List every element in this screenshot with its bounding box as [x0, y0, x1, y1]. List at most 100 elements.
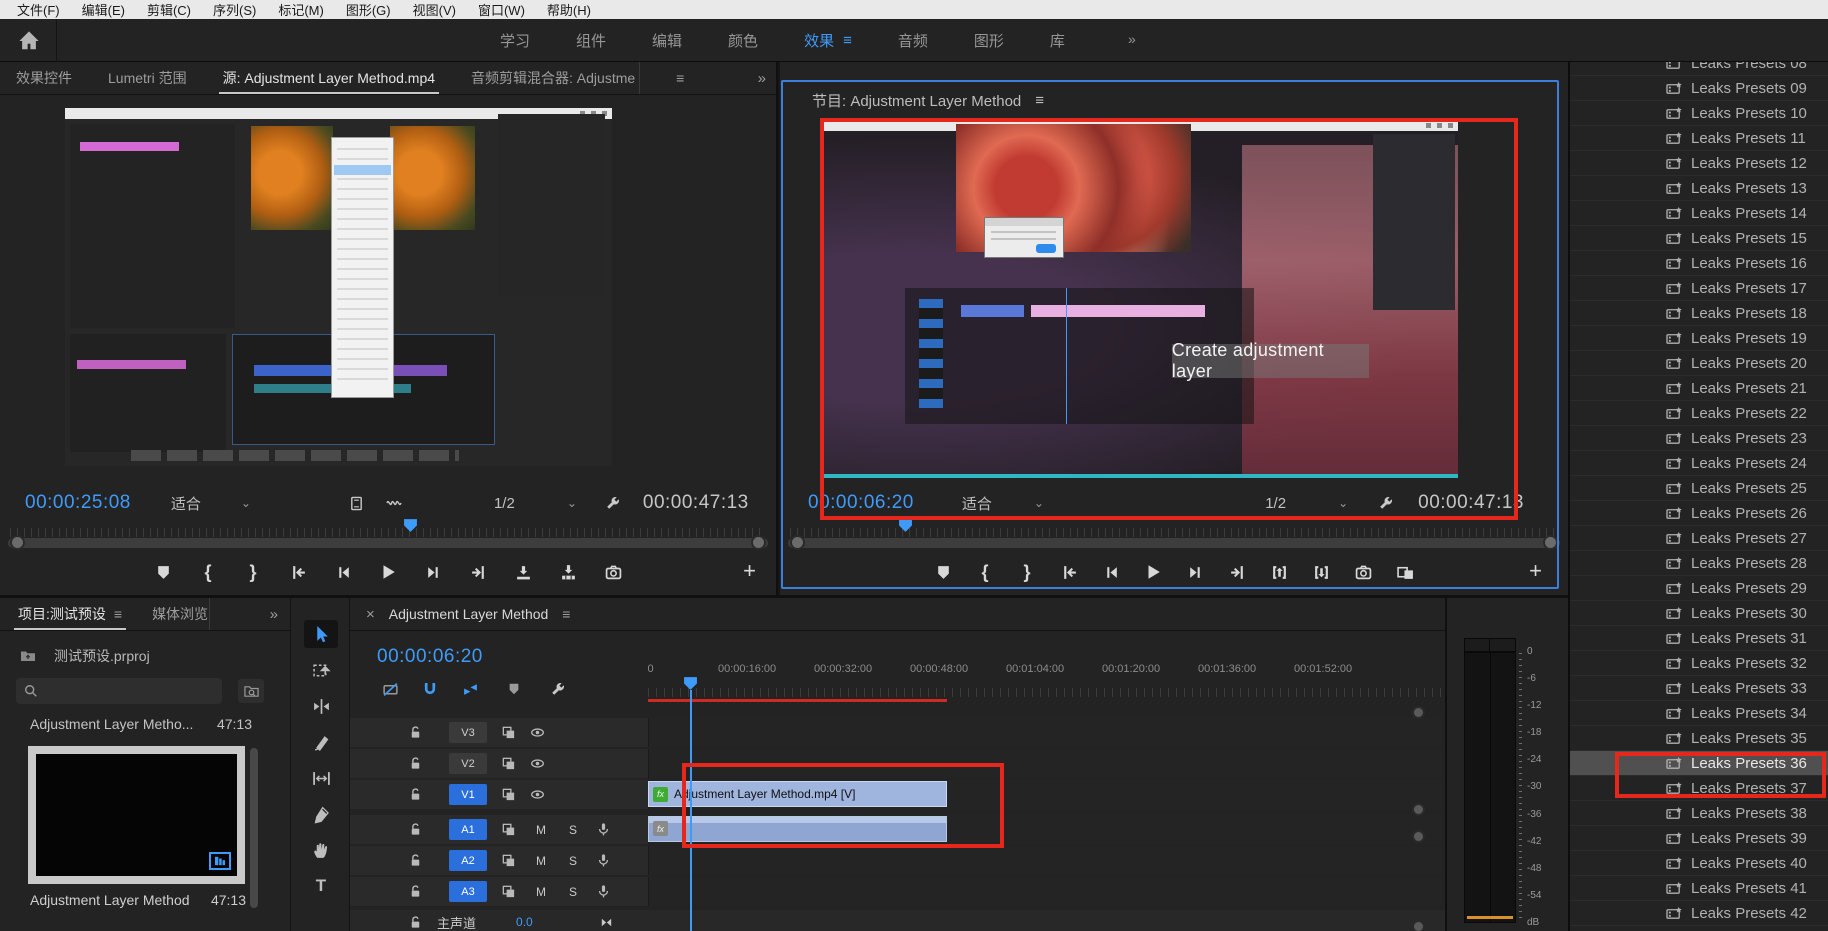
effects-list-item[interactable]: Leaks Presets 12 — [1570, 151, 1828, 176]
export-frame-button[interactable] — [604, 563, 622, 581]
source-scrollbar[interactable] — [8, 538, 768, 548]
timeline-playhead[interactable] — [683, 676, 698, 691]
comparison-view-button[interactable] — [1396, 563, 1414, 581]
effects-list-item[interactable]: Leaks Presets 31 — [1570, 626, 1828, 651]
export-frame-button[interactable] — [1354, 563, 1372, 581]
panel-menu-icon[interactable]: ≡ — [562, 606, 570, 622]
panel-tab[interactable]: 音频剪辑混合器: Adjustme — [467, 62, 640, 94]
play-button[interactable] — [379, 563, 397, 581]
track-select-forward-tool[interactable] — [304, 656, 338, 684]
effects-list-item[interactable]: Leaks Presets 17 — [1570, 276, 1828, 301]
slip-tool[interactable] — [304, 764, 338, 792]
track-target-badge[interactable]: A2 — [449, 850, 487, 871]
lock-icon[interactable] — [408, 915, 423, 930]
effects-list-item[interactable]: Leaks Presets 14 — [1570, 201, 1828, 226]
track-target-badge[interactable]: A3 — [449, 881, 487, 902]
pen-tool[interactable] — [304, 800, 338, 828]
voiceover-mic-icon[interactable] — [596, 853, 611, 868]
overwrite-button[interactable] — [559, 563, 577, 581]
source-zoom-select[interactable]: 适合 ⌄ — [171, 493, 251, 514]
workspace-tab[interactable]: 图形 ≡ — [974, 30, 1004, 51]
workspace-tab[interactable]: 编辑 ≡ — [652, 30, 682, 51]
source-playhead[interactable] — [403, 518, 418, 533]
home-button[interactable] — [12, 26, 46, 56]
step-back-button[interactable] — [334, 563, 352, 581]
track-scroll-handle[interactable] — [1412, 920, 1425, 931]
step-forward-button[interactable] — [1186, 563, 1204, 581]
search-bin-button[interactable] — [238, 679, 264, 703]
effects-list-item[interactable]: Leaks Presets 41 — [1570, 876, 1828, 901]
effects-list-item[interactable]: Leaks Presets 16 — [1570, 251, 1828, 276]
program-playhead[interactable] — [898, 518, 913, 533]
effects-list-item[interactable]: Leaks Presets 08 — [1570, 62, 1828, 76]
type-tool[interactable]: T — [304, 872, 338, 900]
timeline-ruler[interactable]: :00:0000:00:16:0000:00:32:0000:00:48:000… — [648, 658, 1445, 698]
lock-icon[interactable] — [408, 822, 423, 837]
effects-list-item[interactable]: Leaks Presets 10 — [1570, 101, 1828, 126]
mark-in-button[interactable]: { — [199, 563, 217, 581]
panel-tab[interactable]: 效果控件 — [12, 62, 76, 94]
go-to-out-button[interactable] — [1228, 563, 1246, 581]
effects-list-item[interactable]: Leaks Presets 23 — [1570, 426, 1828, 451]
track-scroll-handle[interactable] — [1412, 706, 1425, 719]
program-timecode[interactable]: 00:00:06:20 — [808, 492, 914, 514]
effects-list-item[interactable]: Leaks Presets 40 — [1570, 851, 1828, 876]
panel-tab[interactable]: Lumetri 范围 — [104, 62, 191, 94]
effects-list-item[interactable]: Leaks Presets 25 — [1570, 476, 1828, 501]
workspace-tab[interactable]: 组件 ≡ — [576, 30, 606, 51]
go-to-in-button[interactable] — [1060, 563, 1078, 581]
panel-menu-icon[interactable]: ≡ — [1035, 92, 1044, 109]
pan-bowtie-icon[interactable] — [599, 915, 614, 930]
mute-button[interactable]: M — [534, 854, 548, 868]
panel-menu-icon[interactable]: ≡ — [676, 70, 684, 86]
program-video-frame[interactable]: Create adjustment layer — [822, 120, 1458, 478]
effects-list-item[interactable]: Leaks Presets 32 — [1570, 651, 1828, 676]
solo-button[interactable]: S — [566, 823, 580, 837]
tab-project[interactable]: 项目:测试预设 ≡ — [14, 598, 126, 630]
track-target-badge[interactable]: V2 — [449, 753, 487, 774]
scrollbar-right-handle[interactable] — [1543, 535, 1558, 550]
lock-icon[interactable] — [408, 884, 423, 899]
nest-insert-toggle-icon[interactable] — [378, 678, 402, 700]
project-item-row[interactable]: Adjustment Layer Method 47:13 — [30, 892, 246, 908]
project-item-thumbnail[interactable] — [28, 746, 245, 884]
insert-button[interactable] — [514, 563, 532, 581]
menu-item[interactable]: 剪辑(C) — [136, 0, 202, 19]
menu-item[interactable]: 图形(G) — [335, 0, 402, 19]
lock-icon[interactable] — [408, 853, 423, 868]
linked-selection-icon[interactable] — [458, 678, 482, 700]
program-resolution-select[interactable]: 1/2 ⌄ — [1265, 495, 1348, 512]
voiceover-mic-icon[interactable] — [596, 822, 611, 837]
effects-list-item[interactable]: Leaks Presets 42 — [1570, 901, 1828, 926]
workspace-menu-icon[interactable]: ≡ — [843, 32, 852, 49]
effects-list-item[interactable]: Leaks Presets 29 — [1570, 576, 1828, 601]
timeline-settings-wrench-icon[interactable] — [546, 678, 570, 700]
workspace-tab[interactable]: 颜色 ≡ — [728, 30, 758, 51]
hand-tool[interactable] — [304, 836, 338, 864]
button-editor-plus[interactable]: + — [1529, 558, 1542, 584]
play-button[interactable] — [1144, 563, 1162, 581]
effects-list-item[interactable]: Leaks Presets 34 — [1570, 701, 1828, 726]
menu-item[interactable]: 编辑(E) — [71, 0, 136, 19]
track-output-eye-icon[interactable] — [530, 725, 545, 740]
add-marker-button[interactable] — [934, 563, 952, 581]
lift-button[interactable] — [1270, 563, 1288, 581]
timeline-tab[interactable]: Adjustment Layer Method — [385, 598, 553, 630]
close-icon[interactable]: × — [366, 606, 375, 623]
project-item-partial[interactable]: Adjustment Layer Metho... 47:13 — [30, 716, 252, 732]
navigate-up-folder-icon[interactable] — [18, 648, 38, 664]
workspace-tab[interactable]: 效果 ≡ — [804, 30, 852, 51]
project-scrollbar[interactable] — [250, 748, 258, 908]
sync-lock-icon[interactable] — [501, 853, 516, 868]
menu-item[interactable]: 序列(S) — [202, 0, 267, 19]
effects-list-item[interactable]: Leaks Presets 37 — [1570, 776, 1828, 801]
go-to-out-button[interactable] — [469, 563, 487, 581]
effects-list-item[interactable]: Leaks Presets 20 — [1570, 351, 1828, 376]
solo-button[interactable]: S — [566, 885, 580, 899]
track-target-badge[interactable]: V1 — [449, 784, 487, 805]
mark-out-button[interactable]: } — [244, 563, 262, 581]
lock-icon[interactable] — [408, 787, 423, 802]
extract-button[interactable] — [1312, 563, 1330, 581]
search-input[interactable] — [16, 678, 222, 704]
source-video-frame[interactable] — [65, 108, 612, 466]
